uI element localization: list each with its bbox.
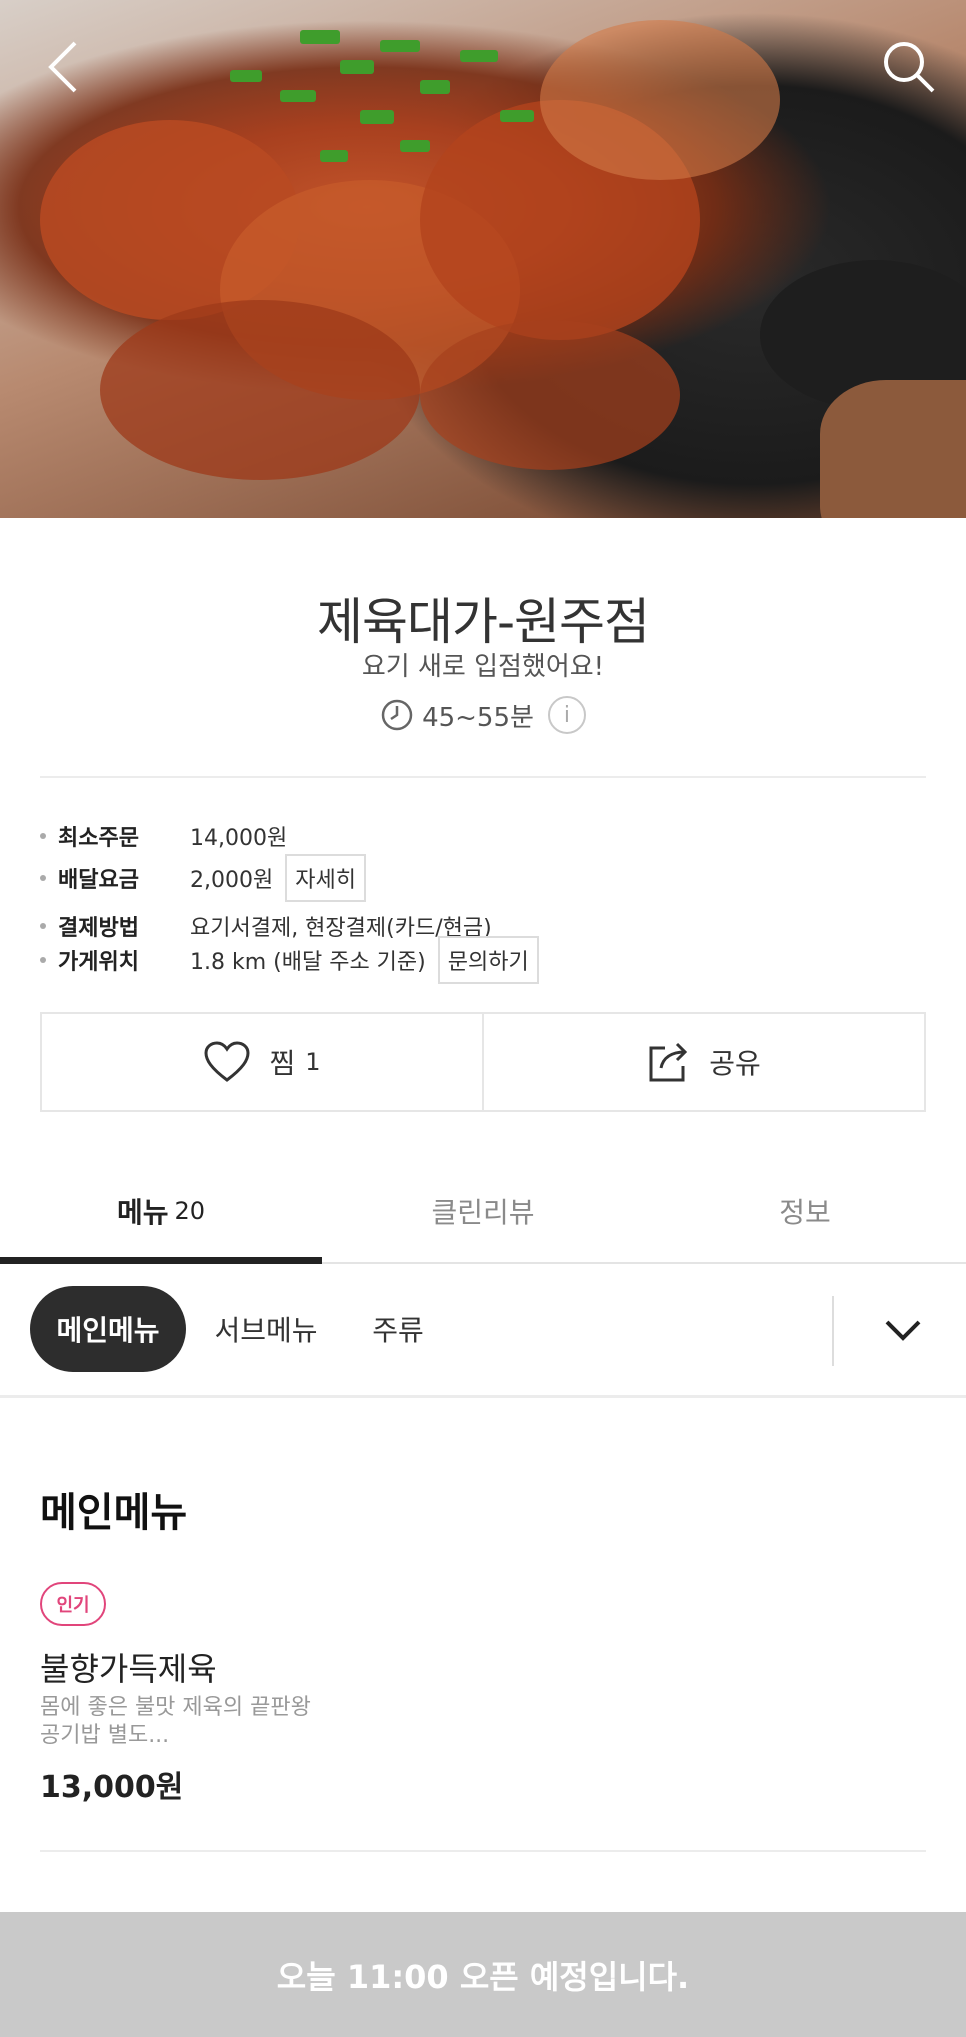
like-label: 찜 — [269, 1047, 296, 1080]
info-row-location: 가게위치 1.8 km (배달 주소 기준) 문의하기 — [40, 936, 539, 984]
share-label: 공유 — [709, 1047, 761, 1080]
tab-label: 메뉴 — [116, 1196, 169, 1229]
info-row-min-order: 최소주문 14,000원 — [40, 820, 287, 852]
info-value: 1.8 km (배달 주소 기준) — [190, 950, 426, 975]
divider — [40, 776, 926, 778]
menu-item-description-line: 공기밥 별도... — [40, 1723, 170, 1748]
back-button[interactable] — [28, 32, 98, 102]
bullet-dot — [40, 923, 46, 929]
info-label: 최소주문 — [58, 826, 139, 851]
delivery-fee-detail-button[interactable]: 자세히 — [285, 854, 366, 902]
menu-section-title: 메인메뉴 — [40, 1490, 188, 1536]
info-value: 14,000원 — [190, 826, 288, 851]
menu-category-bar: 메인메뉴 서브메뉴 주류 — [0, 1266, 966, 1398]
delivery-time: 45~55분 i — [0, 696, 966, 734]
menu-item-price: 13,000원 — [40, 1770, 184, 1805]
delivery-time-value: 45~55분 — [422, 702, 534, 733]
bullet-dot — [40, 875, 46, 881]
info-value: 2,000원 — [190, 868, 274, 893]
bullet-dot — [40, 957, 46, 963]
like-button[interactable]: 찜 1 — [42, 1014, 482, 1110]
search-icon — [884, 42, 935, 93]
tab-clean-review[interactable]: 클린리뷰 — [322, 1160, 644, 1262]
heart-icon — [204, 1041, 250, 1082]
category-chip-sub[interactable]: 서브메뉴 — [196, 1286, 336, 1372]
menu-item-description: 몸에 좋은 불맛 제육의 끝판왕 공기밥 별도... — [40, 1694, 370, 1750]
share-icon — [649, 1042, 688, 1082]
chevron-down-icon — [885, 1320, 921, 1341]
info-label: 가게위치 — [58, 950, 139, 975]
info-icon[interactable]: i — [547, 696, 586, 734]
tab-label: 클린리뷰 — [431, 1196, 535, 1229]
category-separator — [832, 1296, 834, 1366]
chevron-left-icon — [48, 41, 77, 93]
info-label: 배달요금 — [58, 868, 139, 893]
category-expand-button[interactable] — [860, 1290, 946, 1370]
like-share-bar: 찜 1 공유 — [40, 1012, 926, 1112]
share-button[interactable]: 공유 — [482, 1014, 924, 1110]
popular-badge: 인기 — [40, 1582, 106, 1626]
hero-wood-board — [820, 380, 966, 518]
clock-icon — [381, 699, 413, 731]
menu-item-description-line: 몸에 좋은 불맛 제육의 끝판왕 — [40, 1695, 311, 1720]
search-button[interactable] — [874, 32, 944, 102]
opening-notice-bar: 오늘 11:00 오픈 예정입니다. — [0, 1912, 966, 2037]
location-inquiry-button[interactable]: 문의하기 — [437, 936, 539, 984]
store-name: 제육대가-원주점 — [316, 593, 650, 651]
menu-item[interactable]: 인기 불향가득제육 몸에 좋은 불맛 제육의 끝판왕 공기밥 별도... 13,… — [40, 1582, 926, 1852]
tab-label: 정보 — [779, 1196, 831, 1229]
menu-item-name: 불향가득제육 — [40, 1650, 217, 1688]
divider — [40, 1850, 926, 1852]
like-count: 1 — [305, 1048, 321, 1076]
store-tabs: 메뉴 20 클린리뷰 정보 — [0, 1160, 966, 1264]
tab-count: 20 — [174, 1197, 206, 1225]
tab-menu[interactable]: 메뉴 20 — [0, 1160, 322, 1264]
store-subtitle: 요기 새로 입점했어요! — [361, 652, 605, 682]
info-row-delivery-fee: 배달요금 2,000원 자세히 — [40, 854, 366, 902]
store-hero-image — [0, 0, 966, 518]
category-chip-main[interactable]: 메인메뉴 — [30, 1286, 186, 1372]
bullet-dot — [40, 833, 46, 839]
category-chip-drinks[interactable]: 주류 — [350, 1286, 446, 1372]
tab-info[interactable]: 정보 — [644, 1160, 966, 1262]
